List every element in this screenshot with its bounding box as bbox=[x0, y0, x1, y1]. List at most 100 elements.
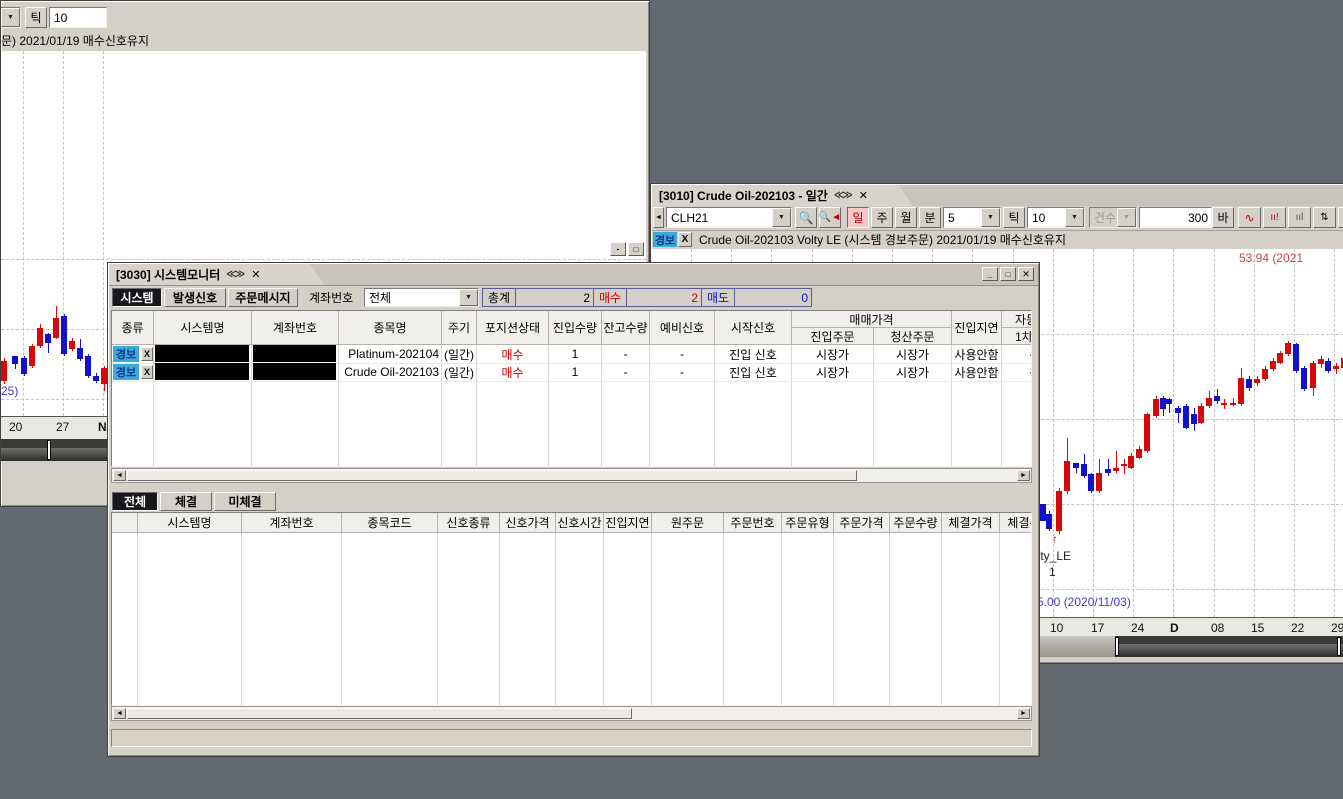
swap-icon[interactable]: ≪≫ bbox=[226, 269, 243, 280]
column-header: 진입지연 bbox=[952, 311, 1002, 345]
chevron-down-icon[interactable]: ▼ bbox=[459, 289, 478, 306]
chevron-down-icon[interactable]: ▼ bbox=[981, 208, 1000, 227]
column-gridline bbox=[941, 533, 942, 706]
document-icon-button[interactable]: 🗋 bbox=[1338, 207, 1343, 228]
left-tick-button[interactable]: 틱 bbox=[25, 7, 47, 28]
search-back-button[interactable]: 🔍◄ bbox=[819, 207, 841, 228]
bar-type-button[interactable]: 바 bbox=[1212, 207, 1234, 228]
monitor-title-tab[interactable]: [3030] 시스템모니터 ≪≫ ✕ bbox=[109, 264, 324, 285]
restore-icon: □ bbox=[634, 245, 639, 254]
close-icon[interactable]: ✕ bbox=[859, 189, 868, 202]
symbol-combobox[interactable]: CLH21 ▼ bbox=[666, 207, 792, 228]
period-minute-button[interactable]: 분 bbox=[919, 207, 941, 228]
tick-button[interactable]: 틱 bbox=[1003, 207, 1025, 228]
candle-down bbox=[45, 334, 51, 343]
chevron-down-icon[interactable]: ▼ bbox=[1065, 208, 1084, 227]
left-minute-combobox[interactable]: 5 ▼ bbox=[0, 7, 21, 28]
swap-icon[interactable]: ≪≫ bbox=[834, 190, 851, 201]
candle-down bbox=[1073, 463, 1079, 468]
bar-type-label: 바 bbox=[1217, 209, 1228, 226]
navigator-handle-left[interactable] bbox=[1115, 637, 1119, 656]
candle-down bbox=[1088, 474, 1094, 491]
positions-table[interactable]: 종류시스템명계좌번호종목명주기포지션상태진입수량잔고수량예비신호시작신호진입주문… bbox=[111, 310, 1032, 467]
minimize-button[interactable]: - bbox=[610, 242, 626, 256]
close-button[interactable]: ✕ bbox=[1018, 267, 1034, 281]
gridline bbox=[1173, 249, 1174, 617]
scroll-thumb[interactable] bbox=[127, 470, 857, 481]
axis-tick: N bbox=[98, 420, 107, 434]
column-header: 주문유형 bbox=[782, 513, 834, 533]
candle-up bbox=[1221, 403, 1227, 405]
scroll-thumb[interactable] bbox=[127, 708, 632, 719]
tab-signals[interactable]: 발생신호 bbox=[164, 288, 226, 307]
candle-down bbox=[1246, 379, 1252, 388]
column-header: 계좌번호 bbox=[242, 513, 342, 533]
candle-up bbox=[1285, 343, 1291, 354]
gridline bbox=[1133, 249, 1134, 617]
scroll-left-arrow[interactable]: ◄ bbox=[113, 470, 126, 481]
candle-down bbox=[1325, 361, 1331, 371]
row-close-button[interactable]: X bbox=[141, 365, 153, 379]
monitor-titlebar[interactable]: [3030] 시스템모니터 ≪≫ ✕ _ □ ✕ bbox=[109, 264, 1038, 286]
candle-up bbox=[53, 318, 59, 338]
total-value: 2 bbox=[583, 291, 590, 305]
column-header: 잔고수량 bbox=[602, 311, 650, 345]
scroll-right-arrow[interactable]: ► bbox=[1017, 470, 1030, 481]
bar-chart-red-icon-button[interactable]: ıı! bbox=[1263, 207, 1286, 228]
search-back-icon: 🔍◄ bbox=[819, 212, 841, 223]
gridline bbox=[103, 51, 104, 416]
tab-order-messages[interactable]: 주문메시지 bbox=[228, 288, 298, 307]
search-button[interactable]: 🔍 bbox=[795, 207, 817, 228]
period-week-button[interactable]: 주 bbox=[871, 207, 893, 228]
line-chart-icon-button[interactable]: ∿ bbox=[1238, 207, 1261, 228]
minute-combobox[interactable]: 5 ▼ bbox=[943, 207, 1001, 228]
chart-window-title-tab[interactable]: [3010] Crude Oil-202103 - 일간 ≪≫ ✕ bbox=[652, 185, 913, 206]
row-close-button[interactable]: X bbox=[141, 347, 153, 361]
chevron-down-icon[interactable]: ▼ bbox=[1, 8, 20, 27]
collapse-left-button[interactable]: ◄ bbox=[653, 207, 664, 228]
total-label: 총계 bbox=[488, 289, 510, 306]
tab-unfilled[interactable]: 미체결 bbox=[214, 492, 276, 511]
tick-combobox[interactable]: 10 ▼ bbox=[1027, 207, 1085, 228]
sell-count-value: 0 bbox=[801, 291, 808, 305]
bar-chart-gray-icon-button[interactable]: ııl bbox=[1288, 207, 1311, 228]
orders-hscrollbar[interactable]: ◄ ► bbox=[111, 706, 1032, 721]
column-gridline bbox=[437, 533, 438, 706]
bars-count-input[interactable]: 300 bbox=[1139, 207, 1212, 228]
minimize-icon: - bbox=[617, 244, 620, 254]
chevron-down-icon[interactable]: ▼ bbox=[772, 208, 791, 227]
table-row[interactable]: 경보XPlatinum-202104(일간)매수1--진입 신호시장가시장가사용… bbox=[112, 345, 1032, 364]
table-cell: 시장가 bbox=[792, 345, 874, 363]
close-icon[interactable]: ✕ bbox=[251, 268, 260, 281]
column-header: 체결수량 bbox=[1000, 513, 1032, 533]
navigator-handle-right[interactable] bbox=[1337, 637, 1341, 656]
buy-label-box: 매수 bbox=[593, 288, 627, 307]
period-day-button[interactable]: 일 bbox=[847, 207, 869, 228]
tab-filled[interactable]: 체결 bbox=[160, 492, 212, 511]
row-type-cell: 경보X bbox=[112, 345, 154, 363]
maximize-button[interactable]: □ bbox=[1000, 267, 1016, 281]
scroll-left-arrow[interactable]: ◄ bbox=[113, 708, 126, 719]
table-cell: 진입 신호 bbox=[715, 363, 792, 381]
candle-up bbox=[1310, 363, 1316, 388]
left-tick-combobox[interactable]: 10 bbox=[49, 7, 107, 28]
tab-all-orders[interactable]: 전체 bbox=[112, 492, 158, 511]
minimize-button[interactable]: _ bbox=[982, 267, 998, 281]
left-tick-label: 틱 bbox=[30, 9, 41, 26]
candle-up bbox=[1128, 456, 1134, 468]
navigator-range[interactable] bbox=[1115, 636, 1343, 657]
orders-table[interactable]: 시스템명계좌번호종목코드신호종류신호가격신호시간진입지연원주문주문번호주문유형주… bbox=[111, 512, 1032, 706]
column-header: 진입지연 bbox=[604, 513, 652, 533]
navigator-handle[interactable] bbox=[47, 440, 51, 460]
tab-system[interactable]: 시스템 bbox=[112, 288, 162, 307]
alert-close-button[interactable]: X bbox=[678, 232, 692, 247]
table-cell: 사용안함 bbox=[952, 345, 1002, 363]
chart-window-titlebar[interactable]: [3010] Crude Oil-202103 - 일간 ≪≫ ✕ bbox=[652, 185, 1343, 207]
sort-updown-icon-button[interactable]: ⇅ bbox=[1313, 207, 1336, 228]
positions-hscrollbar[interactable]: ◄ ► bbox=[111, 468, 1032, 483]
table-row[interactable]: 경보XCrude Oil-202103(일간)매수1--진입 신호시장가시장가사… bbox=[112, 363, 1032, 382]
scroll-right-arrow[interactable]: ► bbox=[1017, 708, 1030, 719]
period-month-button[interactable]: 월 bbox=[895, 207, 917, 228]
account-combobox[interactable]: 전체 ▼ bbox=[364, 288, 479, 307]
restore-button[interactable]: □ bbox=[628, 242, 644, 256]
